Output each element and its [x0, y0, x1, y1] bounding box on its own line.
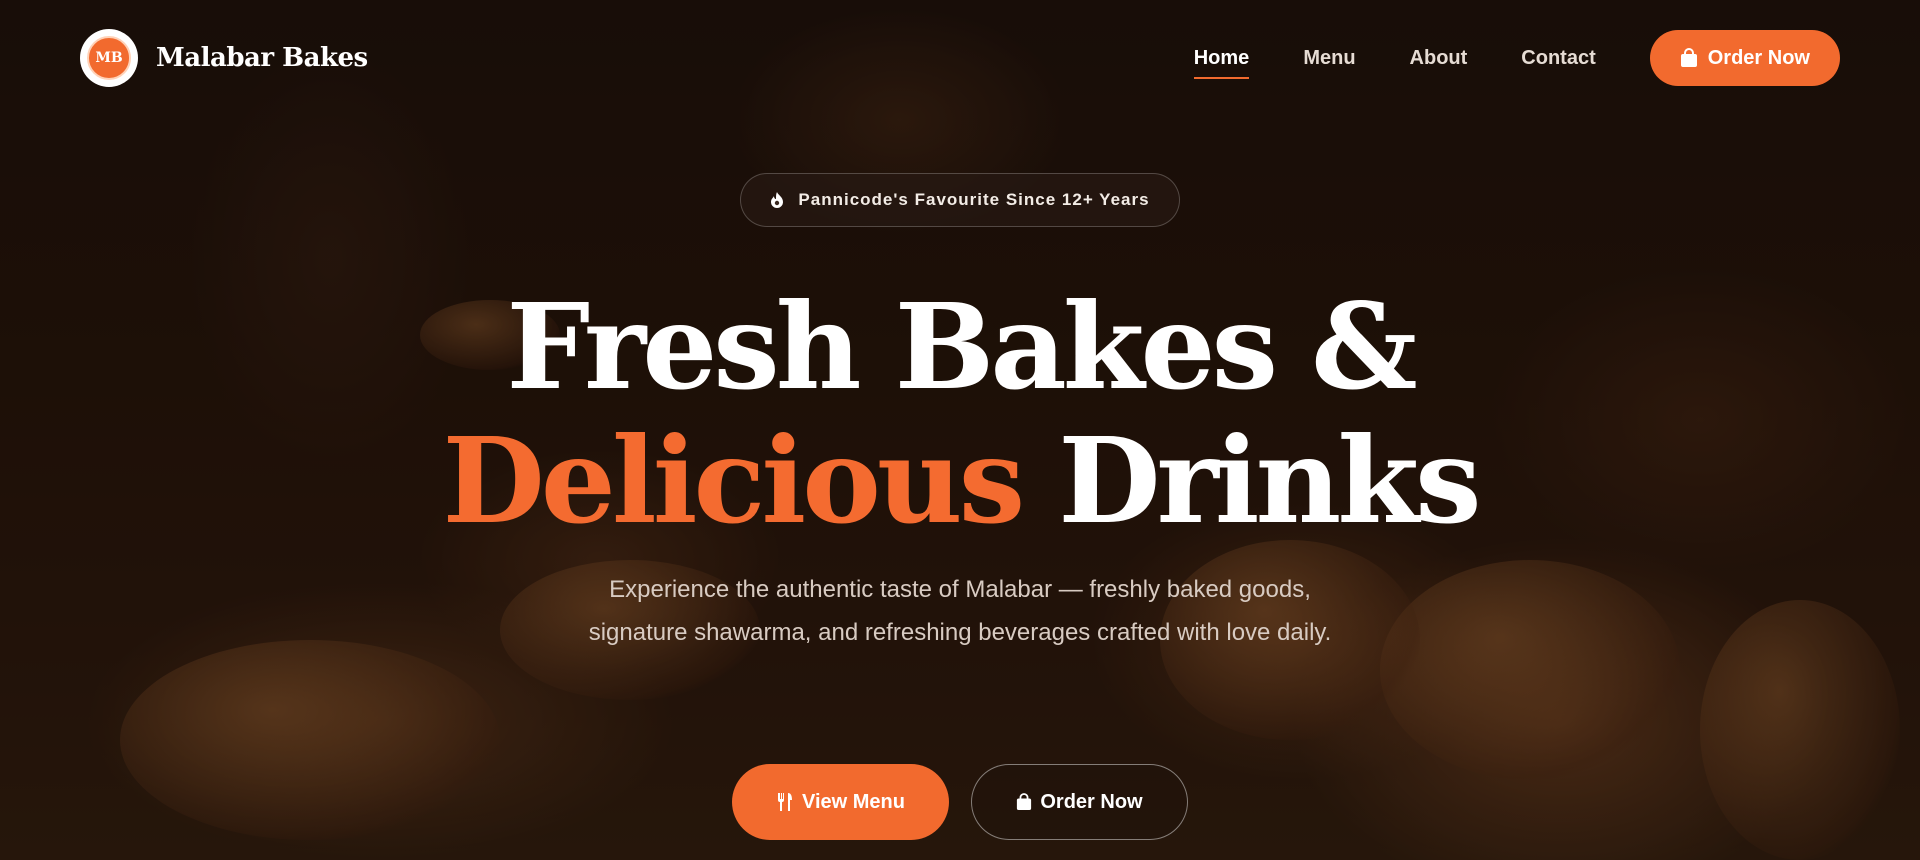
nav-links: Home Menu About Contact [1193, 47, 1596, 79]
shopping-bag-icon [1016, 793, 1032, 811]
utensils-icon [776, 792, 794, 812]
hero-order-now-label: Order Now [1040, 790, 1143, 813]
shopping-bag-icon [1680, 48, 1698, 68]
hero-badge: Pannicode's Favourite Since 12+ Years [740, 173, 1180, 227]
nav-link-menu[interactable]: Menu [1303, 47, 1355, 70]
hero-headline: Fresh Bakes & Delicious Drinks [0, 280, 1920, 548]
nav-link-about[interactable]: About [1410, 47, 1468, 70]
hero-badge-text: Pannicode's Favourite Since 12+ Years [798, 190, 1150, 209]
nav-order-now-button[interactable]: Order Now [1649, 30, 1840, 86]
brand-name: Malabar Bakes [156, 43, 368, 73]
headline-accent: Delicious [442, 411, 1025, 550]
view-menu-button[interactable]: View Menu [732, 764, 949, 840]
nav-link-home[interactable]: Home [1193, 47, 1249, 79]
nav-order-now-label: Order Now [1707, 46, 1810, 69]
navbar: MB Malabar Bakes Home Menu About Contact… [0, 0, 1920, 116]
hero-subtitle: Experience the authentic taste of Malaba… [588, 576, 1332, 646]
fire-icon [770, 191, 784, 209]
nav-link-contact[interactable]: Contact [1521, 47, 1595, 70]
headline-line-1: Fresh Bakes & [506, 277, 1417, 416]
logo: MB [80, 29, 138, 87]
logo-badge: MB [87, 36, 131, 80]
brand[interactable]: MB Malabar Bakes [80, 29, 368, 87]
hero-order-now-button[interactable]: Order Now [971, 764, 1188, 840]
headline-line-2: Drinks [1021, 411, 1481, 550]
view-menu-label: View Menu [802, 790, 905, 813]
hero-actions: View Menu Order Now [0, 764, 1920, 840]
